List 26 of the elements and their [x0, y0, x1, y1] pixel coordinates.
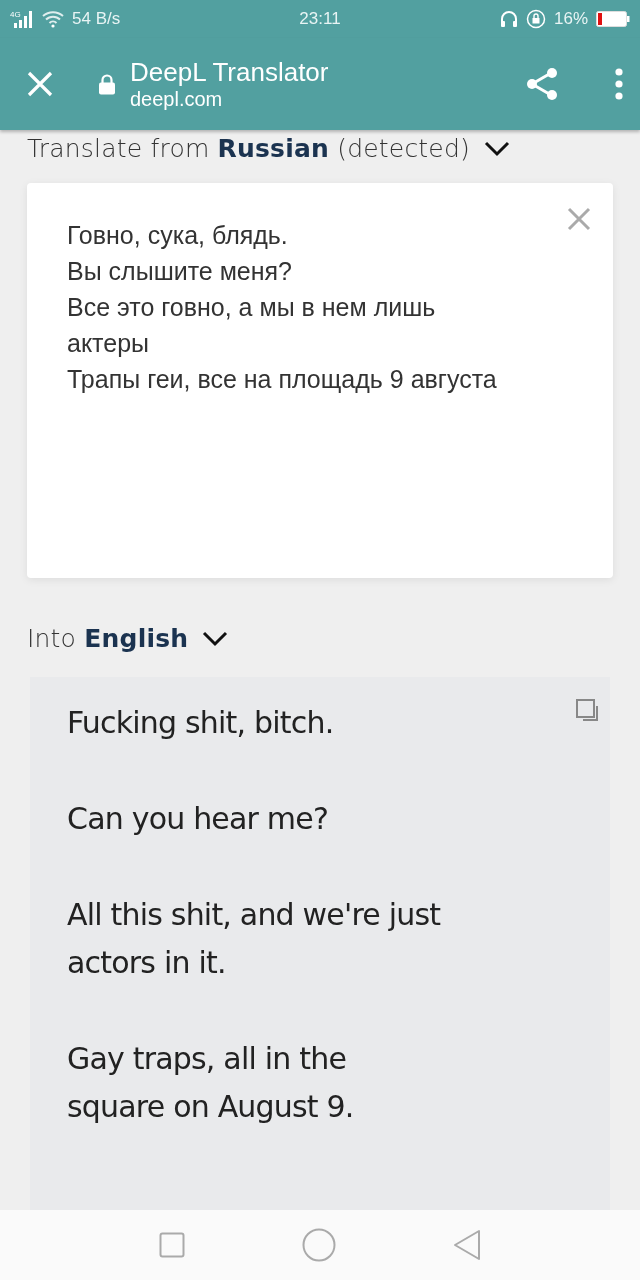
- chevron-down-icon[interactable]: [202, 630, 229, 647]
- clear-icon[interactable]: [567, 207, 591, 231]
- lock-icon: [98, 73, 116, 95]
- network-speed: 54 B/s: [72, 9, 121, 29]
- battery-icon: [596, 11, 630, 27]
- close-button[interactable]: [26, 70, 54, 98]
- rotation-lock-icon: [525, 9, 546, 29]
- translation-text: Can you hear me?: [67, 800, 330, 838]
- translation-text: Fucking shit, bitch.: [67, 704, 335, 742]
- more-menu-button[interactable]: [614, 68, 624, 100]
- chevron-down-icon[interactable]: [483, 140, 510, 157]
- translation-text: All this shit, and we're just actors in it.: [67, 896, 442, 982]
- source-text[interactable]: Говно, сука, блядь. Вы слышите меня? Все это говно, а мы в нем лишь актеры Трапы геи, все на площадь 9 августа: [67, 217, 573, 397]
- translation-text: Gay traps, all in the square on August 9.: [67, 1040, 355, 1126]
- target-language-label[interactable]: Into English: [27, 624, 189, 653]
- wifi-icon: [42, 10, 64, 28]
- battery-percent: 16%: [553, 9, 588, 29]
- home-button[interactable]: [302, 1228, 336, 1262]
- back-button[interactable]: [453, 1229, 482, 1261]
- share-button[interactable]: [524, 66, 560, 102]
- clock: 23:11: [299, 9, 341, 29]
- page-title: DeepL Translator: [130, 57, 330, 88]
- recent-apps-button[interactable]: [158, 1232, 185, 1258]
- source-language-label[interactable]: Translate from Russian (detected): [27, 134, 470, 163]
- headphones-icon: [499, 10, 518, 28]
- page-url: deepl.com: [130, 88, 224, 111]
